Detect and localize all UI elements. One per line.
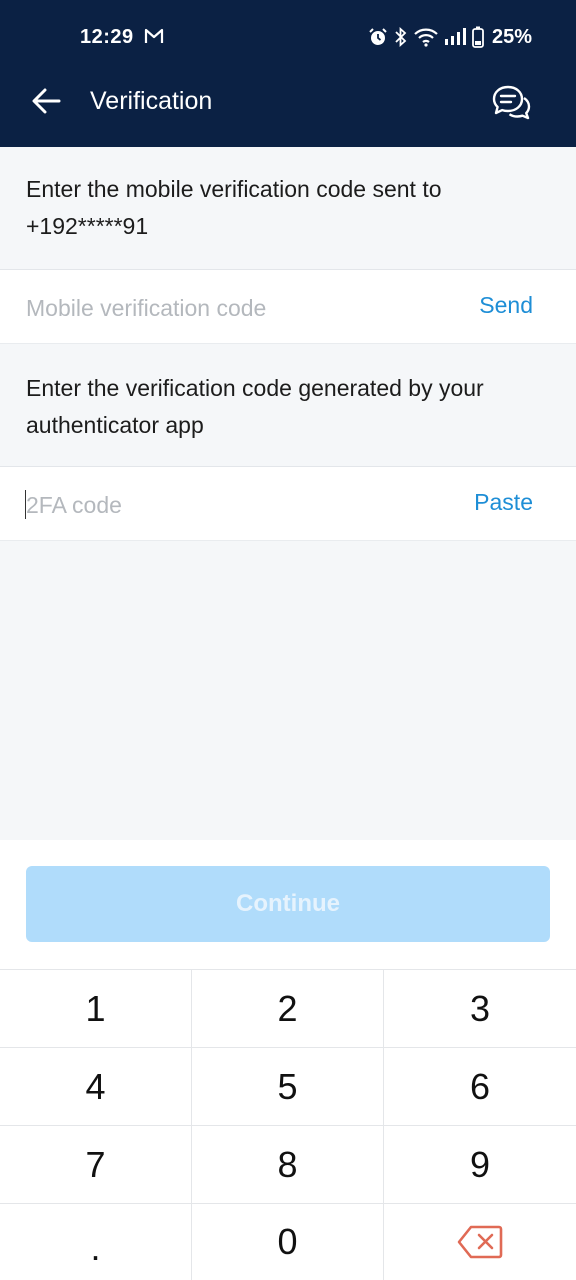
key-5[interactable]: 5 bbox=[192, 1048, 384, 1126]
twofa-code-input[interactable] bbox=[26, 487, 446, 523]
key-8[interactable]: 8 bbox=[192, 1126, 384, 1204]
arrow-left-icon bbox=[31, 88, 61, 119]
twofa-code-row: Paste bbox=[0, 467, 576, 541]
key-2[interactable]: 2 bbox=[192, 970, 384, 1048]
twofa-instruction: Enter the verification code generated by… bbox=[0, 344, 576, 467]
key-7[interactable]: 7 bbox=[0, 1126, 192, 1204]
alarm-icon bbox=[368, 27, 388, 47]
paste-button[interactable]: Paste bbox=[474, 489, 533, 516]
key-9[interactable]: 9 bbox=[384, 1126, 576, 1204]
chat-bubbles-icon bbox=[490, 85, 534, 127]
send-code-button[interactable]: Send bbox=[479, 292, 533, 319]
support-chat-button[interactable] bbox=[490, 83, 534, 123]
status-time: 12:29 bbox=[80, 26, 134, 48]
signal-icon bbox=[444, 28, 466, 46]
backspace-icon bbox=[457, 1225, 503, 1259]
numeric-keypad: 1 2 3 4 5 6 7 8 9 . 0 bbox=[0, 969, 576, 1280]
system-icons: 25% bbox=[368, 25, 532, 49]
gmail-icon bbox=[144, 27, 164, 45]
key-decimal[interactable]: . bbox=[0, 1204, 192, 1280]
key-4[interactable]: 4 bbox=[0, 1048, 192, 1126]
key-0[interactable]: 0 bbox=[192, 1204, 384, 1280]
battery-percent: 25% bbox=[491, 25, 532, 48]
continue-area: Continue bbox=[0, 840, 576, 969]
status-bar: 12:29 25% bbox=[0, 0, 576, 75]
mobile-code-instruction: Enter the mobile verification code sent … bbox=[0, 147, 576, 270]
mobile-code-input[interactable] bbox=[26, 290, 446, 326]
top-bar: 12:29 25% Verification bbox=[0, 0, 576, 147]
mobile-code-row: Send bbox=[0, 270, 576, 344]
app-bar: Verification bbox=[0, 75, 576, 147]
key-6[interactable]: 6 bbox=[384, 1048, 576, 1126]
page-title: Verification bbox=[90, 87, 213, 115]
key-1[interactable]: 1 bbox=[0, 970, 192, 1048]
battery-icon bbox=[472, 26, 484, 48]
continue-button[interactable]: Continue bbox=[26, 866, 550, 942]
delete-key[interactable] bbox=[384, 1204, 576, 1280]
wifi-icon bbox=[414, 27, 438, 47]
bluetooth-icon bbox=[394, 27, 408, 47]
back-button[interactable] bbox=[26, 85, 66, 121]
key-3[interactable]: 3 bbox=[384, 970, 576, 1048]
